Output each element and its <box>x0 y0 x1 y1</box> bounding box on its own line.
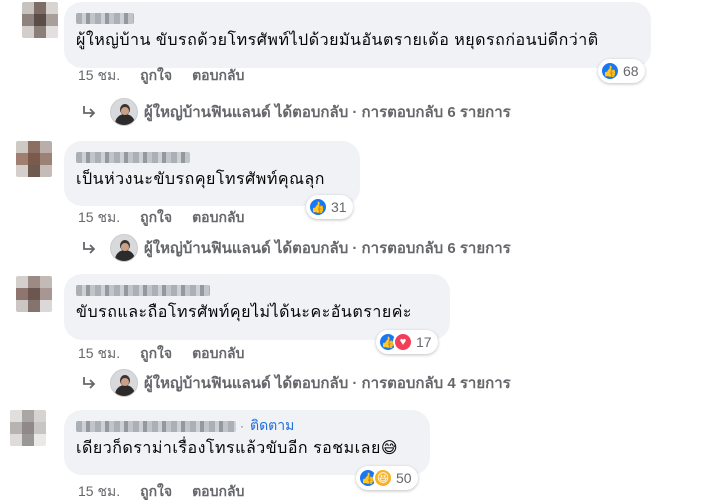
reply-button[interactable]: ตอบกลับ <box>192 207 244 229</box>
like-button[interactable]: ถูกใจ <box>140 207 172 229</box>
avatar[interactable] <box>10 410 46 446</box>
comment-actions: 15 ชม. ถูกใจ ตอบกลับ <box>78 207 264 229</box>
haha-icon: 😆 <box>373 468 393 488</box>
reaction-count: 17 <box>416 334 432 350</box>
timestamp[interactable]: 15 ชม. <box>78 481 120 503</box>
author-name[interactable] <box>76 420 236 432</box>
avatar[interactable] <box>22 2 58 38</box>
avatar[interactable] <box>16 141 52 177</box>
reaction-count: 68 <box>623 63 639 79</box>
timestamp[interactable]: 15 ชม. <box>78 207 120 229</box>
reaction-summary[interactable]: 👍 ♥ 17 <box>376 330 438 354</box>
comment-actions: 15 ชม. ถูกใจ ตอบกลับ <box>78 343 264 365</box>
like-button[interactable]: ถูกใจ <box>140 481 172 503</box>
comment-text: ผู้ใหญ่บ้าน ขับรถด้วยโทรศัพท์ไปด้วยมันอั… <box>76 32 599 49</box>
like-icon: 👍 <box>600 61 620 81</box>
reaction-summary[interactable]: 👍 😆 50 <box>356 466 418 490</box>
view-replies-link[interactable]: ผู้ใหญ่บ้านฟินแลนด์ ได้ตอบกลับ · การตอบก… <box>80 369 511 397</box>
timestamp[interactable]: 15 ชม. <box>78 343 120 365</box>
like-button[interactable]: ถูกใจ <box>140 65 172 87</box>
reply-summary: ผู้ใหญ่บ้านฟินแลนด์ ได้ตอบกลับ · การตอบก… <box>144 240 511 257</box>
reaction-summary[interactable]: 👍 68 <box>598 59 645 83</box>
like-icon: 👍 <box>308 197 328 217</box>
reply-summary: ผู้ใหญ่บ้านฟินแลนด์ ได้ตอบกลับ · การตอบก… <box>144 375 511 392</box>
reply-arrow-icon <box>83 377 96 389</box>
timestamp[interactable]: 15 ชม. <box>78 65 120 87</box>
love-icon: ♥ <box>393 332 413 352</box>
replier-avatar <box>110 369 138 397</box>
reply-summary: ผู้ใหญ่บ้านฟินแลนด์ ได้ตอบกลับ · การตอบก… <box>144 104 511 121</box>
reply-button[interactable]: ตอบกลับ <box>192 65 244 87</box>
reply-arrow-icon <box>83 242 96 254</box>
comment-text: เดียวก็ดราม่าเรื่องโทรแล้วขับอีก รอชมเลย… <box>76 440 398 457</box>
avatar[interactable] <box>16 276 52 312</box>
view-replies-link[interactable]: ผู้ใหญ่บ้านฟินแลนด์ ได้ตอบกลับ · การตอบก… <box>80 234 511 262</box>
comment-actions: 15 ชม. ถูกใจ ตอบกลับ <box>78 481 264 503</box>
comment-bubble: ผู้ใหญ่บ้าน ขับรถด้วยโทรศัพท์ไปด้วยมันอั… <box>64 2 651 68</box>
author-name[interactable] <box>76 10 639 26</box>
author-name[interactable] <box>76 149 348 165</box>
replier-avatar <box>110 98 138 126</box>
comment-text: เป็นห่วงนะขับรถคุยโทรศัพท์คุณลุก <box>76 171 325 188</box>
reaction-count: 50 <box>396 470 412 486</box>
like-button[interactable]: ถูกใจ <box>140 343 172 365</box>
reply-button[interactable]: ตอบกลับ <box>192 343 244 365</box>
reply-button[interactable]: ตอบกลับ <box>192 481 244 503</box>
replier-avatar <box>110 234 138 262</box>
reply-arrow-icon <box>83 106 96 118</box>
follow-button[interactable]: ติดตาม <box>250 415 294 437</box>
comment-text: ขับรถและถือโทรศัพท์คุยไม่ได้นะคะอันตรายค… <box>76 304 412 321</box>
author-name[interactable] <box>76 282 438 298</box>
view-replies-link[interactable]: ผู้ใหญ่บ้านฟินแลนด์ ได้ตอบกลับ · การตอบก… <box>80 98 511 126</box>
comment-actions: 15 ชม. ถูกใจ ตอบกลับ <box>78 65 264 87</box>
reaction-count: 31 <box>331 199 347 215</box>
reaction-summary[interactable]: 👍 31 <box>306 195 353 219</box>
